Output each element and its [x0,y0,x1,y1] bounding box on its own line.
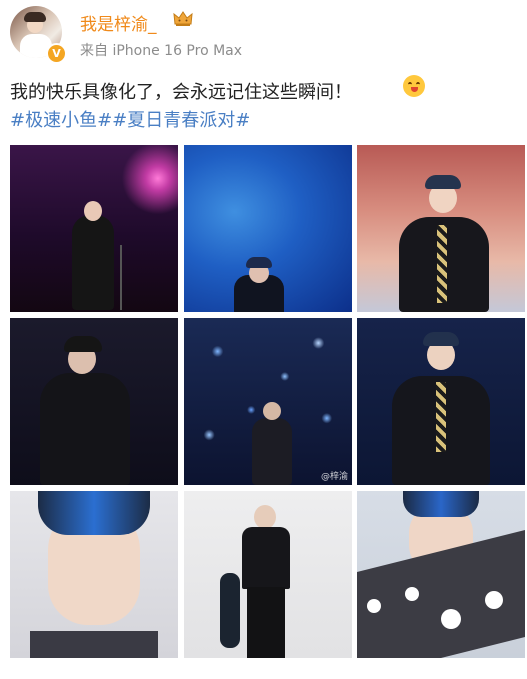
photo-4[interactable] [10,318,178,485]
hashtag-link[interactable]: #极速小鱼# [10,110,112,131]
photo-8[interactable] [184,491,352,658]
post-tags: #极速小鱼##夏日青春派对# [10,106,250,132]
photo-6[interactable] [357,318,525,485]
photo-7[interactable] [10,491,178,658]
laughing-face-icon [403,75,425,97]
photo-9[interactable] [357,491,525,658]
photo-1[interactable] [10,145,178,312]
post-source: 来自 iPhone 16 Pro Max [80,43,243,59]
verified-badge-icon: V [46,43,67,64]
post-text: 我的快乐具像化了，会永远记住这些瞬间！ [10,82,352,103]
post-header: V 我是梓渝_ 来自 iPhone 16 Pro Max [0,0,527,72]
photo-5[interactable]: @梓渝 [184,318,352,485]
crown-icon [173,11,193,26]
hashtag-link[interactable]: #夏日青春派对# [112,110,250,131]
photo-3[interactable] [357,145,525,312]
photo-watermark: @梓渝 [320,472,348,482]
photo-2[interactable] [184,145,352,312]
username[interactable]: 我是梓渝_ [80,10,157,35]
